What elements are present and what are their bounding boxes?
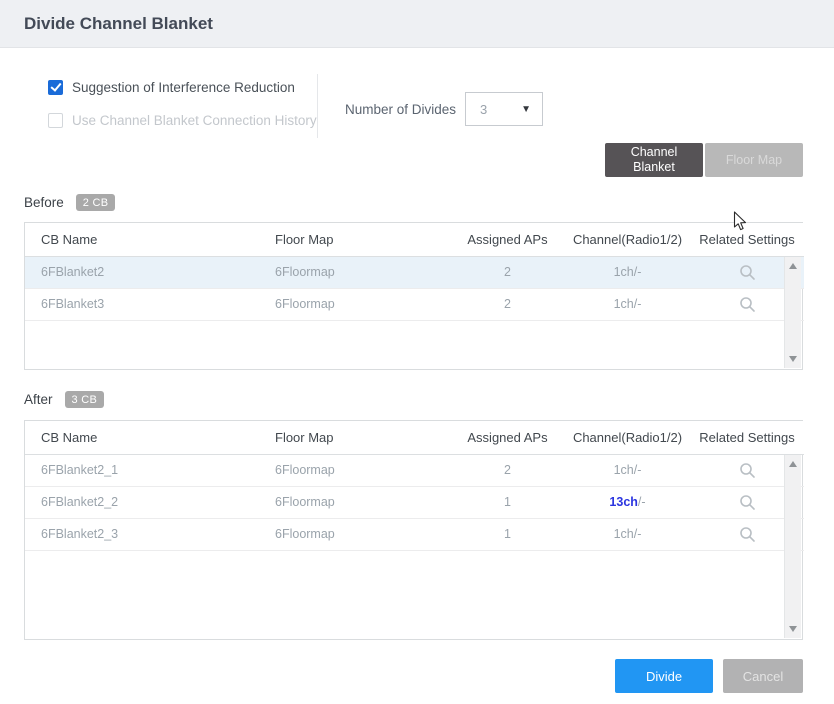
connection-history-label: Use Channel Blanket Connection History xyxy=(72,113,317,128)
dialog-titlebar: Divide Channel Blanket xyxy=(0,0,834,48)
scroll-up-icon[interactable] xyxy=(789,263,797,269)
before-section-label: Before 2 CB xyxy=(24,194,115,211)
floor-map-tab[interactable]: Floor Map xyxy=(705,143,803,177)
column-header-c-chan: Channel(Radio1/2) xyxy=(565,421,690,454)
number-of-divides-value: 3 xyxy=(480,102,487,117)
assigned-aps-cell: 1 xyxy=(450,518,565,550)
interference-reduction-checkbox[interactable] xyxy=(48,80,63,95)
cb-name-cell: 6FBlanket2_2 xyxy=(25,486,275,518)
channel-cell: 1ch/- xyxy=(565,454,690,486)
number-of-divides-label: Number of Divides xyxy=(345,102,456,117)
options-divider xyxy=(317,74,318,138)
before-label-text: Before xyxy=(24,195,64,210)
before-table-scrollbar[interactable] xyxy=(784,257,801,368)
after-table-scrollbar[interactable] xyxy=(784,455,801,638)
divide-button[interactable]: Divide xyxy=(615,659,713,693)
column-header-c-floor: Floor Map xyxy=(275,223,450,256)
column-header-c-name: CB Name xyxy=(25,223,275,256)
column-header-c-name: CB Name xyxy=(25,421,275,454)
column-header-c-floor: Floor Map xyxy=(275,421,450,454)
table-row[interactable]: 6FBlanket2_26Floormap113ch/- xyxy=(25,486,804,518)
column-header-c-rel: Related Settings xyxy=(690,223,804,256)
interference-reduction-label: Suggestion of Interference Reduction xyxy=(72,80,295,95)
number-of-divides-select[interactable]: 3 ▼ xyxy=(465,92,543,126)
cancel-button[interactable]: Cancel xyxy=(723,659,803,693)
column-header-c-aps: Assigned APs xyxy=(450,421,565,454)
column-header-c-chan: Channel(Radio1/2) xyxy=(565,223,690,256)
connection-history-checkbox[interactable] xyxy=(48,113,63,128)
interference-reduction-checkbox-row[interactable]: Suggestion of Interference Reduction xyxy=(48,79,317,95)
channel-cell: 1ch/- xyxy=(565,288,690,320)
channel-cell: 13ch/- xyxy=(565,486,690,518)
column-header-c-aps: Assigned APs xyxy=(450,223,565,256)
channel-blanket-tab[interactable]: Channel Blanket xyxy=(605,143,703,177)
cb-name-cell: 6FBlanket3 xyxy=(25,288,275,320)
connection-history-checkbox-row[interactable]: Use Channel Blanket Connection History xyxy=(48,112,317,128)
channel-cell: 1ch/- xyxy=(565,256,690,288)
floor-map-cell: 6Floormap xyxy=(275,288,450,320)
after-label-text: After xyxy=(24,392,53,407)
cb-name-cell: 6FBlanket2 xyxy=(25,256,275,288)
table-header-row: CB NameFloor MapAssigned APsChannel(Radi… xyxy=(25,223,804,256)
scroll-down-icon[interactable] xyxy=(789,356,797,362)
scroll-up-icon[interactable] xyxy=(789,461,797,467)
view-toggle: Channel Blanket Floor Map xyxy=(605,143,803,177)
table-row[interactable]: 6FBlanket2_36Floormap11ch/- xyxy=(25,518,804,550)
after-section-label: After 3 CB xyxy=(24,391,104,408)
before-count-badge: 2 CB xyxy=(76,194,116,211)
options-checkbox-group: Suggestion of Interference Reduction Use… xyxy=(48,79,317,145)
floor-map-cell: 6Floormap xyxy=(275,486,450,518)
cb-name-cell: 6FBlanket2_3 xyxy=(25,518,275,550)
chevron-down-icon: ▼ xyxy=(521,104,531,115)
assigned-aps-cell: 1 xyxy=(450,486,565,518)
cb-name-cell: 6FBlanket2_1 xyxy=(25,454,275,486)
floor-map-cell: 6Floormap xyxy=(275,454,450,486)
scroll-down-icon[interactable] xyxy=(789,626,797,632)
floor-map-cell: 6Floormap xyxy=(275,256,450,288)
channel-cell: 1ch/- xyxy=(565,518,690,550)
floor-map-cell: 6Floormap xyxy=(275,518,450,550)
table-row[interactable]: 6FBlanket2_16Floormap21ch/- xyxy=(25,454,804,486)
table-header-row: CB NameFloor MapAssigned APsChannel(Radi… xyxy=(25,421,804,454)
assigned-aps-cell: 2 xyxy=(450,288,565,320)
table-row[interactable]: 6FBlanket36Floormap21ch/- xyxy=(25,288,804,320)
assigned-aps-cell: 2 xyxy=(450,256,565,288)
after-table: CB NameFloor MapAssigned APsChannel(Radi… xyxy=(24,420,803,640)
after-count-badge: 3 CB xyxy=(65,391,105,408)
column-header-c-rel: Related Settings xyxy=(690,421,804,454)
before-table: CB NameFloor MapAssigned APsChannel(Radi… xyxy=(24,222,803,370)
assigned-aps-cell: 2 xyxy=(450,454,565,486)
table-row[interactable]: 6FBlanket26Floormap21ch/- xyxy=(25,256,804,288)
page-title: Divide Channel Blanket xyxy=(0,0,834,48)
